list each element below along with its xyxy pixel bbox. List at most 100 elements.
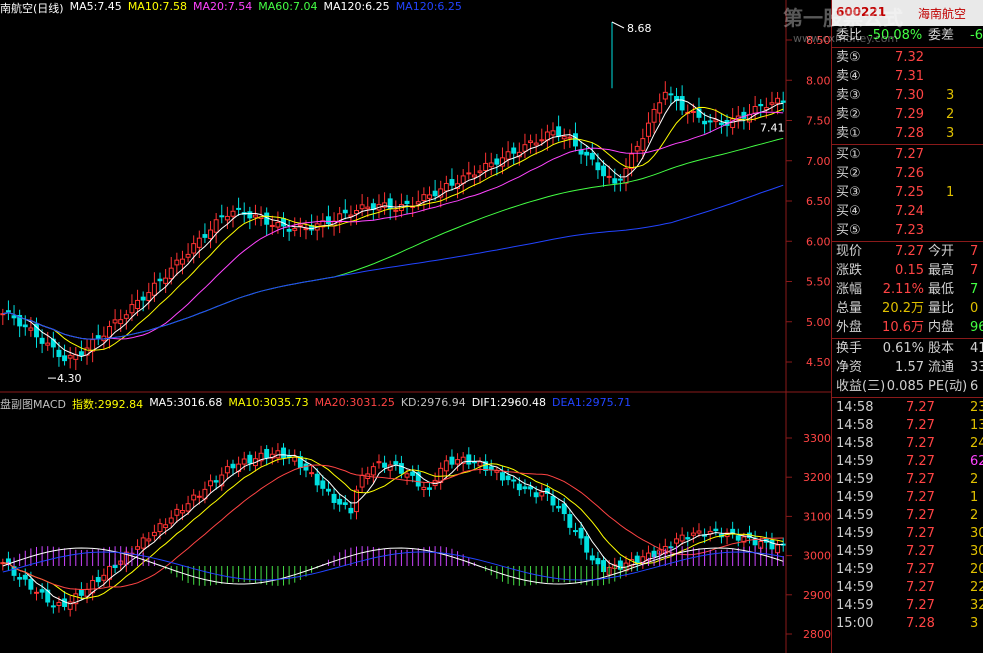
candle-body xyxy=(550,130,556,136)
quote-value: 2.11% xyxy=(882,282,924,297)
candle-body xyxy=(629,153,635,170)
index-candle-body xyxy=(348,507,354,514)
candle-body xyxy=(645,122,651,137)
candle-body xyxy=(752,106,758,114)
index-axis-label: 2800 xyxy=(803,628,831,641)
candle-body xyxy=(741,111,747,119)
quote-panel: 600221 海南航空 委比 -50.08% 委差 -6 卖⑤ 7.32 卖④ … xyxy=(831,0,983,653)
candle-body xyxy=(578,149,584,155)
bid-label: 买⑤ xyxy=(836,223,861,238)
index-legend-item: DIF1:2960.48 xyxy=(471,396,546,409)
index-candle-body xyxy=(393,461,399,465)
ask-vol: 3 xyxy=(946,126,955,141)
index-candle-body xyxy=(174,508,180,516)
ask-row-5[interactable]: 卖⑤ 7.32 xyxy=(836,49,983,67)
index-candle-body xyxy=(230,463,236,469)
bid-label: 买④ xyxy=(836,204,861,219)
bid-label: 买③ xyxy=(836,185,861,200)
tick-time: 14:59 xyxy=(836,526,874,541)
quote-row: 涨跌 0.15 最高 7 xyxy=(836,262,983,280)
tick-vol: 13 xyxy=(970,418,983,433)
candle-body xyxy=(39,337,45,344)
index-candle-body xyxy=(359,474,365,488)
candle-body xyxy=(45,342,51,346)
bid-label: 买① xyxy=(836,147,861,162)
tick-time: 14:59 xyxy=(836,490,874,505)
index-ma10-line xyxy=(2,456,784,599)
candle-body xyxy=(123,314,129,319)
candle-body xyxy=(22,324,28,328)
candle-body xyxy=(404,200,410,204)
tick-row: 14:58 7.27 24 xyxy=(836,435,983,453)
index-candle-body xyxy=(275,450,281,459)
candle-body xyxy=(544,131,550,141)
index-legend-item: MA10:3035.73 xyxy=(228,396,309,409)
candle-body xyxy=(224,215,230,221)
candle-body xyxy=(179,258,185,265)
kline-chart-svg[interactable]: 8.508.007.507.006.506.005.505.004.503300… xyxy=(0,0,831,653)
index-candle-body xyxy=(185,503,191,512)
candle-body xyxy=(129,304,135,314)
bid-row-5[interactable]: 买⑤ 7.23 xyxy=(836,222,983,240)
candle-body xyxy=(11,315,17,319)
ma20-line xyxy=(2,111,784,340)
stock-name-label: 南航空(日线) xyxy=(0,2,64,15)
index-candle-body xyxy=(477,461,483,467)
index-candle-body xyxy=(572,530,578,533)
ask-row-2[interactable]: 卖② 7.29 2 xyxy=(836,106,983,124)
index-candle-body xyxy=(292,456,298,462)
index-candle-body xyxy=(471,461,477,464)
candle-body xyxy=(202,234,208,238)
index-candle-body xyxy=(163,524,169,529)
tick-price: 7.27 xyxy=(906,526,935,541)
index-candle-body xyxy=(168,517,174,524)
bid-row-1[interactable]: 买① 7.27 xyxy=(836,146,983,164)
bid-price: 7.23 xyxy=(895,223,924,238)
candle-body xyxy=(477,170,483,173)
bid-row-2[interactable]: 买② 7.26 xyxy=(836,165,983,183)
index-candle-body xyxy=(342,502,348,505)
ma-legend-item: MA120:6.25 xyxy=(395,0,462,13)
index-candle-body xyxy=(449,456,455,465)
ask-row-1[interactable]: 卖① 7.28 3 xyxy=(836,125,983,143)
tick-price: 7.27 xyxy=(906,472,935,487)
index-candle-body xyxy=(584,536,590,553)
candle-body xyxy=(28,327,34,331)
index-candle-body xyxy=(325,488,331,492)
tick-list[interactable]: 14:58 7.27 23 14:58 7.27 13 14:58 7.27 24 14:5… xyxy=(832,399,983,653)
tick-time: 15:00 xyxy=(836,616,874,631)
candle-body xyxy=(151,282,157,296)
index-candle-body xyxy=(679,534,685,542)
tick-row: 14:59 7.27 30 xyxy=(836,525,983,543)
kline-chart-area[interactable]: 8.50 8.00 7.50 7.00 6.50 6.00 5.50 5.00 4.50 3300… xyxy=(0,0,831,653)
candle-body xyxy=(449,179,455,186)
ask-row-4[interactable]: 卖④ 7.31 xyxy=(836,68,983,86)
index-candle-body xyxy=(196,495,202,498)
candle-body xyxy=(488,162,494,168)
stats-value: 41. xyxy=(970,341,983,356)
index-candle-body xyxy=(146,538,152,542)
candle-body xyxy=(713,119,719,123)
quote-value: 7 xyxy=(970,263,979,278)
tick-vol: 3 xyxy=(970,616,979,631)
bid-row-3[interactable]: 买③ 7.25 1 xyxy=(836,184,983,202)
candle-body xyxy=(157,278,163,282)
stats-row: 净资 1.57 流通 33. xyxy=(836,359,983,377)
low-marker-label: 4.30 xyxy=(57,372,82,385)
candle-body xyxy=(443,182,449,192)
quote-value: 7 xyxy=(970,282,979,297)
weicha-label: 委差 xyxy=(928,28,955,43)
divider xyxy=(832,397,983,398)
candle-body xyxy=(522,144,528,152)
bid-row-4[interactable]: 买④ 7.24 xyxy=(836,203,983,221)
ask-row-3[interactable]: 卖③ 7.30 3 xyxy=(836,87,983,105)
tick-time: 14:58 xyxy=(836,436,874,451)
index-candle-body xyxy=(556,505,562,509)
candle-body xyxy=(67,354,73,359)
index-axis-label: 3300 xyxy=(803,432,831,445)
candle-body xyxy=(174,259,180,266)
candle-body xyxy=(679,96,685,111)
index-candle-body xyxy=(500,472,505,481)
candle-body xyxy=(208,229,214,239)
watermark-text: 第一股票公式 xyxy=(783,6,903,30)
